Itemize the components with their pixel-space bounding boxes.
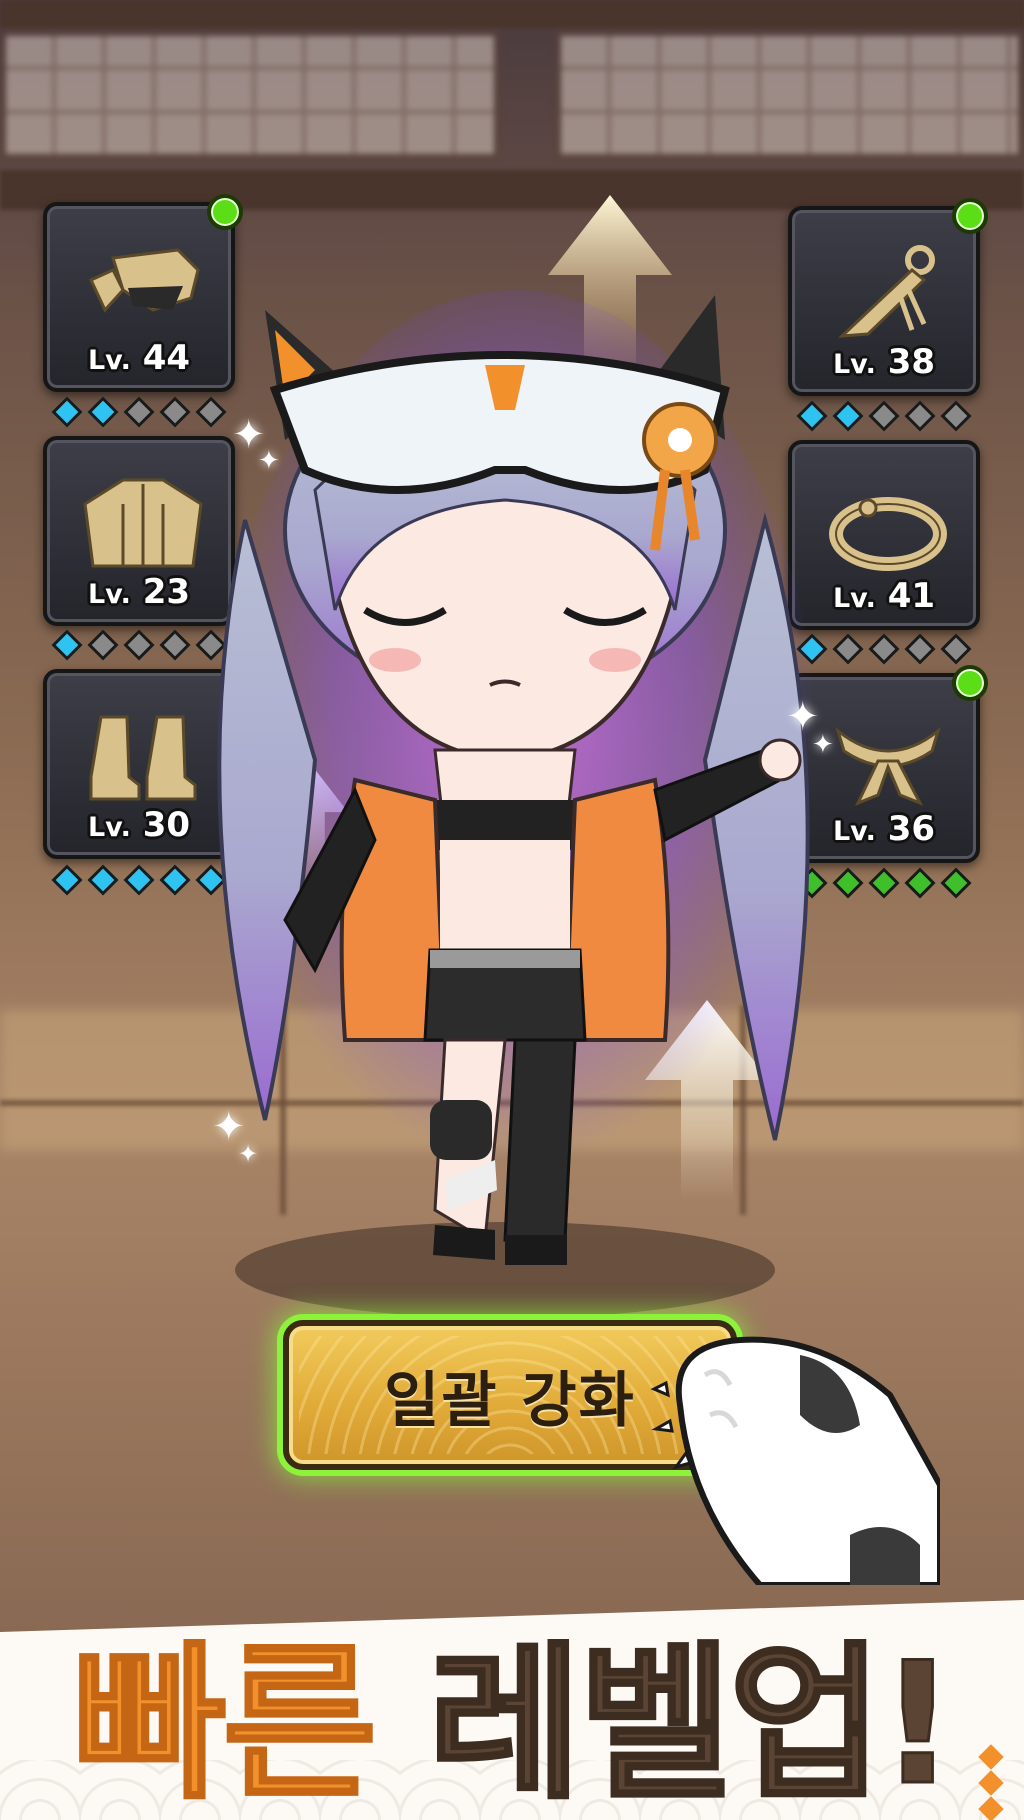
gem-filled bbox=[832, 400, 864, 432]
gem-filled bbox=[51, 396, 83, 428]
gem-filled bbox=[832, 867, 864, 899]
bulk-upgrade-label: 일괄 강화 bbox=[384, 1365, 636, 1436]
gem-filled bbox=[868, 867, 900, 899]
scarf-icon bbox=[835, 726, 941, 806]
kunai-icon bbox=[837, 245, 935, 338]
armor-icon bbox=[83, 478, 203, 568]
sparkle-icon: ✦ bbox=[258, 446, 280, 476]
gem-empty bbox=[868, 400, 900, 432]
gem-empty bbox=[940, 633, 972, 665]
gem-filled bbox=[87, 864, 119, 896]
game-screen: Lv. 44 Lv. 23 Lv. 30 Lv. 38 Lv. 41 Lv. 3… bbox=[0, 0, 1024, 1820]
promo-headline: 빠른 레벨업! bbox=[0, 1639, 1024, 1810]
gem-empty bbox=[123, 629, 155, 661]
headline-word-2: 레벨업! bbox=[426, 1626, 957, 1820]
character-portrait bbox=[215, 290, 815, 1318]
shoji-window-right bbox=[555, 30, 1024, 160]
gem-filled bbox=[159, 864, 191, 896]
shoji-window-left bbox=[0, 30, 500, 160]
gem-filled bbox=[904, 867, 936, 899]
slot-level: Lv. 44 bbox=[87, 338, 191, 378]
gem-empty bbox=[159, 629, 191, 661]
gem-empty bbox=[868, 633, 900, 665]
gem-filled bbox=[123, 864, 155, 896]
gem-filled bbox=[51, 864, 83, 896]
headline-word-1: 빠른 bbox=[71, 1626, 379, 1820]
boots-icon bbox=[89, 715, 197, 801]
ring-icon bbox=[829, 497, 947, 571]
gem-empty bbox=[904, 633, 936, 665]
gem-filled bbox=[87, 396, 119, 428]
slot-level: Lv. 30 bbox=[87, 805, 191, 845]
gem-empty bbox=[159, 396, 191, 428]
sparkle-icon: ✦ bbox=[238, 1140, 259, 1168]
sparkle-icon: ✦ bbox=[812, 730, 834, 760]
gem-empty bbox=[940, 400, 972, 432]
notification-dot bbox=[207, 194, 243, 230]
gem-empty bbox=[87, 629, 119, 661]
gem-filled bbox=[940, 867, 972, 899]
hat-icon bbox=[89, 248, 200, 313]
notification-dot bbox=[952, 665, 988, 701]
gem-filled bbox=[51, 629, 83, 661]
slot-level: Lv. 23 bbox=[87, 572, 191, 612]
gem-empty bbox=[832, 633, 864, 665]
gem-empty bbox=[123, 396, 155, 428]
ceiling-beam bbox=[0, 0, 1024, 28]
gem-empty bbox=[904, 400, 936, 432]
notification-dot bbox=[952, 198, 988, 234]
cat-paw-icon bbox=[650, 1336, 940, 1585]
